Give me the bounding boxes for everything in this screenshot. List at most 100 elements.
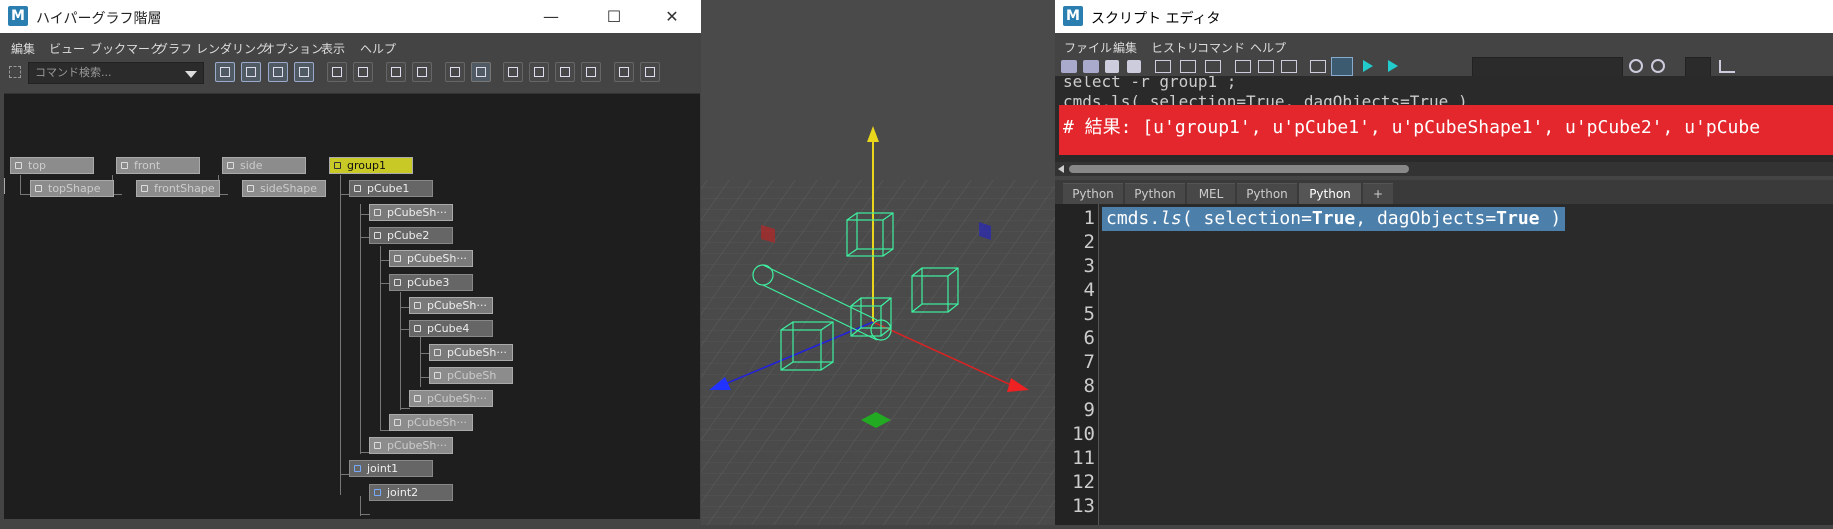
show-input-icon[interactable] <box>1258 60 1274 73</box>
minimize-icon[interactable]: — <box>531 4 571 29</box>
execute-all-icon[interactable] <box>1388 60 1398 72</box>
shape-icon <box>247 185 254 192</box>
bookmark-edit-button[interactable] <box>412 62 432 82</box>
command-search-input[interactable]: コマンド検索... <box>28 62 204 84</box>
scene-hierarchy-button[interactable] <box>215 62 235 82</box>
menu-edit[interactable]: 編集 <box>11 40 35 57</box>
graph-tool-2-button[interactable] <box>529 62 549 82</box>
code-true-1: True <box>1311 208 1356 229</box>
clear-all-icon[interactable] <box>1205 60 1221 73</box>
input-output-button[interactable] <box>241 62 261 82</box>
tab-mel[interactable]: MEL <box>1187 183 1235 204</box>
graph-tool-3-button[interactable] <box>555 62 575 82</box>
node-topShape[interactable]: topShape <box>30 180 114 197</box>
toggle-view-button[interactable] <box>471 62 491 82</box>
goto-line-icon[interactable] <box>1719 60 1735 73</box>
echo-commands-icon[interactable] <box>1310 60 1326 73</box>
hypergraph-canvas[interactable]: top topShape front frontShape side sideS… <box>4 93 700 519</box>
graph-tool-5-button[interactable] <box>614 62 634 82</box>
selected-code-line[interactable]: cmds.ls( selection=True, dagObjects=True… <box>1102 207 1566 231</box>
menu-options[interactable]: オプション <box>263 40 323 57</box>
line-field[interactable] <box>1685 57 1711 77</box>
search-up-icon[interactable] <box>1651 59 1665 73</box>
menu-bookmark[interactable]: ブックマーク <box>90 40 162 57</box>
script-input-editor[interactable]: 1 2 3 4 5 6 7 8 9 10 11 12 13 cmds.ls( s… <box>1055 204 1833 525</box>
tab-python-2[interactable]: Python <box>1125 183 1185 204</box>
history-scrollbar[interactable] <box>1055 162 1833 176</box>
tab-add[interactable]: + <box>1363 183 1393 204</box>
menu-help[interactable]: ヘルプ <box>1250 39 1286 56</box>
list-view-button[interactable] <box>445 62 465 82</box>
node-front[interactable]: front <box>116 157 200 174</box>
node-pCubeShape1b[interactable]: pCubeSh··· <box>369 437 453 454</box>
node-pCubeShape2[interactable]: pCubeSh··· <box>389 250 473 267</box>
graph-tool-1-button[interactable] <box>503 62 523 82</box>
open-script-icon[interactable] <box>1061 60 1077 73</box>
menu-file[interactable]: ファイル <box>1064 39 1112 56</box>
source-script-icon[interactable] <box>1083 60 1099 73</box>
menu-rendering[interactable]: レンダリング <box>196 40 268 57</box>
tab-python-1[interactable]: Python <box>1063 183 1123 204</box>
script-tabs: Python Python MEL Python Python + <box>1055 180 1833 204</box>
node-group1[interactable]: group1 <box>329 157 413 174</box>
frame-selection-button[interactable] <box>294 62 314 82</box>
frame-all-button[interactable] <box>268 62 288 82</box>
show-history-icon[interactable] <box>1235 60 1251 73</box>
line-number: 3 <box>1083 255 1095 277</box>
node-pCube3[interactable]: pCube3 <box>389 274 473 291</box>
menu-command[interactable]: コマンド <box>1197 39 1245 56</box>
menu-display[interactable]: 表示 <box>321 40 345 57</box>
clear-input-icon[interactable] <box>1180 60 1196 73</box>
show-both-icon[interactable] <box>1281 60 1297 73</box>
node-side[interactable]: side <box>222 157 306 174</box>
node-pCubeShape1[interactable]: pCubeSh··· <box>369 204 453 221</box>
layout-button[interactable] <box>327 62 347 82</box>
search-down-icon[interactable] <box>1629 59 1643 73</box>
menu-edit[interactable]: 編集 <box>1113 39 1137 56</box>
clear-history-icon[interactable] <box>1155 60 1171 73</box>
tab-python-3[interactable]: Python <box>1237 183 1297 204</box>
tab-python-active[interactable]: Python <box>1299 183 1361 204</box>
script-editor-titlebar[interactable]: M スクリプト エディタ <box>1055 0 1833 33</box>
chevron-down-icon[interactable] <box>185 71 197 78</box>
scroll-left-icon[interactable] <box>1058 165 1064 173</box>
node-joint1[interactable]: joint1 <box>349 460 433 477</box>
connector <box>400 408 410 409</box>
node-pCube4[interactable]: pCube4 <box>409 320 493 337</box>
hypergraph-titlebar[interactable]: M ハイパーグラフ階層 — ☐ ✕ <box>0 0 703 33</box>
node-pCube2[interactable]: pCube2 <box>369 227 453 244</box>
menu-view[interactable]: ビュー <box>49 40 85 57</box>
history-output[interactable]: select -r group1 ; cmds.ls( selection=Tr… <box>1055 76 1833 162</box>
node-joint2[interactable]: joint2 <box>369 484 453 501</box>
rearrange-button[interactable] <box>353 62 373 82</box>
line-numbers-icon[interactable] <box>1331 57 1353 76</box>
node-pCubeShape4b[interactable]: pCubeSh <box>429 367 513 384</box>
execute-selected-icon[interactable] <box>1363 60 1373 72</box>
scrollbar-thumb[interactable] <box>1069 165 1409 173</box>
node-sideShape[interactable]: sideShape <box>242 180 326 197</box>
viewport-3d[interactable] <box>701 0 1055 525</box>
line-number: 13 <box>1072 495 1095 517</box>
maximize-icon[interactable]: ☐ <box>594 4 634 29</box>
bookmark-button[interactable] <box>386 62 406 82</box>
shape-icon <box>35 185 42 192</box>
search-field[interactable] <box>1472 57 1623 77</box>
transform-icon <box>121 162 128 169</box>
menu-history[interactable]: ヒストリ <box>1151 39 1199 56</box>
node-top[interactable]: top <box>10 157 94 174</box>
graph-tool-4-button[interactable] <box>581 62 601 82</box>
history-line: select -r group1 ; <box>1063 76 1237 91</box>
graph-tool-6-button[interactable] <box>640 62 660 82</box>
node-pCubeShape4[interactable]: pCubeSh··· <box>429 344 513 361</box>
menu-graph[interactable]: グラフ <box>156 40 192 57</box>
node-pCubeShape2b[interactable]: pCubeSh··· <box>389 414 473 431</box>
save-script-icon[interactable] <box>1105 60 1119 73</box>
node-frontShape[interactable]: frontShape <box>136 180 220 197</box>
code-fn: cmds. <box>1106 208 1161 229</box>
close-icon[interactable]: ✕ <box>652 4 692 29</box>
node-pCube1[interactable]: pCube1 <box>349 180 433 197</box>
node-pCubeShape3b[interactable]: pCubeSh··· <box>409 390 493 407</box>
save-to-shelf-icon[interactable] <box>1127 60 1141 73</box>
menu-help[interactable]: ヘルプ <box>360 40 396 57</box>
node-pCubeShape3[interactable]: pCubeSh··· <box>409 297 493 314</box>
